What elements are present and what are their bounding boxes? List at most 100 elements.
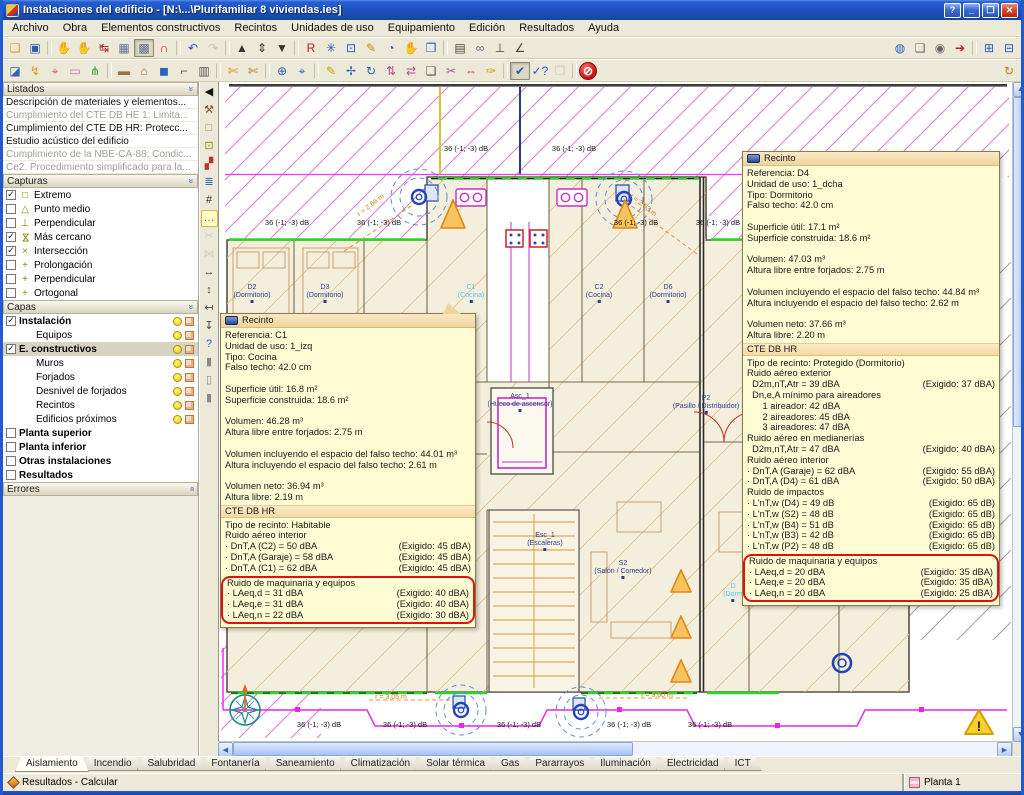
join-tool-button[interactable]: ⋈ [201, 246, 218, 263]
snap-magnet-button[interactable]: ∩ [154, 39, 174, 57]
layer-3d-icon[interactable] [185, 317, 194, 326]
grid-button[interactable]: # [201, 192, 218, 209]
zone-select-button[interactable]: ⊡ [201, 138, 218, 155]
scroll-thumb[interactable] [233, 742, 633, 756]
move-v-button[interactable]: ↧ [201, 318, 218, 335]
info-bubble-button[interactable]: … [201, 210, 218, 227]
tab-ict[interactable]: ICT [724, 757, 762, 771]
panel-button[interactable]: ◼ [154, 62, 174, 80]
layer-visibility-icon[interactable] [173, 373, 182, 382]
listado-cte-hr[interactable]: Cumplimiento del CTE DB HR: Protecc... [3, 122, 198, 135]
checkbox[interactable] [6, 456, 16, 466]
capa-forjados[interactable]: Forjados [3, 370, 198, 384]
help-button[interactable]: ? [944, 3, 961, 18]
cut-slab-button[interactable]: ✄ [223, 62, 243, 80]
close-button[interactable]: ✕ [1001, 3, 1018, 18]
edit-selection-button[interactable]: ▞ [201, 156, 218, 173]
toggle-planta-inferior[interactable]: Planta inferior [3, 440, 198, 454]
checkbox[interactable] [6, 190, 16, 200]
column-tool-2[interactable]: ▯ [201, 372, 218, 389]
capturas-header[interactable]: Capturas» [3, 174, 198, 188]
zoom-window-button[interactable]: ⊡ [341, 39, 361, 57]
captura-prolongacion[interactable]: +Prolongación [3, 258, 198, 272]
new-view-button[interactable]: ❒ [421, 39, 441, 57]
layer-3d-icon[interactable] [185, 345, 194, 354]
check-off-button[interactable]: ❒ [550, 62, 570, 80]
capa-recintos[interactable]: Recintos [3, 398, 198, 412]
tab-electricidad[interactable]: Electricidad [656, 757, 730, 771]
collapse-panel-button[interactable]: ◀ [201, 84, 218, 101]
capas-header[interactable]: Capas» [3, 300, 198, 314]
layer-visibility-icon[interactable] [173, 317, 182, 326]
tab-solar-termica[interactable]: Solar térmica [415, 757, 496, 771]
views-button[interactable]: ▤ [450, 39, 470, 57]
menu-archivo[interactable]: Archivo [5, 21, 56, 35]
copy-button[interactable]: ❏ [421, 62, 441, 80]
move-h-button[interactable]: ↤ [201, 300, 218, 317]
cut-wall-button[interactable]: ✄ [243, 62, 263, 80]
layer-frame-button[interactable]: □ [201, 120, 218, 137]
ortho-button[interactable]: ⊥ [490, 39, 510, 57]
checkbox[interactable] [6, 274, 16, 284]
capa-equipos[interactable]: Equipos [3, 328, 198, 342]
checkbox[interactable] [6, 442, 16, 452]
texts-button[interactable]: ▩ [134, 39, 154, 57]
export-button[interactable]: ➔ [950, 39, 970, 57]
column-tool-1[interactable]: ▮ [201, 354, 218, 371]
furniture-button[interactable]: ⌂ [134, 62, 154, 80]
horizontal-scrollbar[interactable]: ◀ ▶ [218, 741, 1012, 756]
menu-obra[interactable]: Obra [56, 21, 94, 35]
tab-aislamiento[interactable]: Aislamiento [15, 757, 89, 772]
checkbox[interactable] [6, 344, 16, 354]
undo-button[interactable]: ↶ [183, 39, 203, 57]
checkbox[interactable] [6, 246, 16, 256]
floor-select-button[interactable]: ⇕ [252, 39, 272, 57]
stretch-v-button[interactable]: ↕ [201, 282, 218, 299]
errores-header[interactable]: Errores» [3, 482, 198, 496]
toggle-otras-instalaciones[interactable]: Otras instalaciones [3, 454, 198, 468]
menu-equipamiento[interactable]: Equipamiento [381, 21, 462, 35]
captura-mas-cercano[interactable]: ⋈Más cercano [3, 230, 198, 244]
captura-perpendicular-2[interactable]: +Perpendicular [3, 272, 198, 286]
menu-edicion[interactable]: Edición [462, 21, 512, 35]
tab-salubridad[interactable]: Salubridad [137, 757, 207, 771]
restore-button[interactable]: ❐ [982, 3, 999, 18]
rotate-button[interactable]: ↻ [361, 62, 381, 80]
move-button[interactable]: ✢ [341, 62, 361, 80]
edit-pencil-button[interactable]: ✎ [361, 39, 381, 57]
measure-button[interactable]: ≣ [201, 174, 218, 191]
layer-visibility-icon[interactable] [173, 345, 182, 354]
listado-estudio-acustico[interactable]: Estudio acústico del edificio [3, 135, 198, 148]
save-button[interactable]: ▣ [25, 39, 45, 57]
layer-3d-icon[interactable] [185, 387, 194, 396]
capa-muros[interactable]: Muros [3, 356, 198, 370]
captura-extremo[interactable]: □Extremo [3, 188, 198, 202]
toggle-planta-superior[interactable]: Planta superior [3, 426, 198, 440]
capa-instalacion[interactable]: Instalación [3, 314, 198, 328]
minimize-button[interactable]: _ [963, 3, 980, 18]
layer-visibility-icon[interactable] [173, 415, 182, 424]
tab-pararrayos[interactable]: Pararrayos [524, 757, 595, 771]
layout-config-button[interactable]: ⊞ [979, 39, 999, 57]
export-view-button[interactable]: ◪ [5, 62, 25, 80]
listado-descripcion-materiales[interactable]: Descripción de materiales y elementos... [3, 96, 198, 109]
resize-button[interactable]: ⇔ [461, 62, 481, 80]
check-results-button[interactable]: ✔ [510, 62, 530, 80]
redo-button[interactable]: ↷ [203, 39, 223, 57]
layer-3d-icon[interactable] [185, 401, 194, 410]
dimensions-button[interactable]: ↹ [94, 39, 114, 57]
open-button[interactable]: ❑ [5, 39, 25, 57]
zoom-previous-button[interactable]: R [301, 39, 321, 57]
captura-punto-medio[interactable]: △Punto medio [3, 202, 198, 216]
capa-e-constructivos[interactable]: E. constructivos [3, 342, 198, 356]
capture-button[interactable]: ◉ [930, 39, 950, 57]
menu-recintos[interactable]: Recintos [227, 21, 284, 35]
menu-unidades-de-uso[interactable]: Unidades de uso [284, 21, 381, 35]
drawing-canvas[interactable]: ! D2(Dormitorio)D3(Dormitorio)C1(Cocina)… [218, 82, 1012, 741]
center-button[interactable]: ⊕ [272, 62, 292, 80]
checkbox[interactable] [6, 428, 16, 438]
config-tools-button[interactable]: ⚒ [201, 102, 218, 119]
delete-button[interactable]: ✂ [441, 62, 461, 80]
scroll-thumb[interactable] [1013, 97, 1024, 427]
layer-visibility-icon[interactable] [173, 401, 182, 410]
